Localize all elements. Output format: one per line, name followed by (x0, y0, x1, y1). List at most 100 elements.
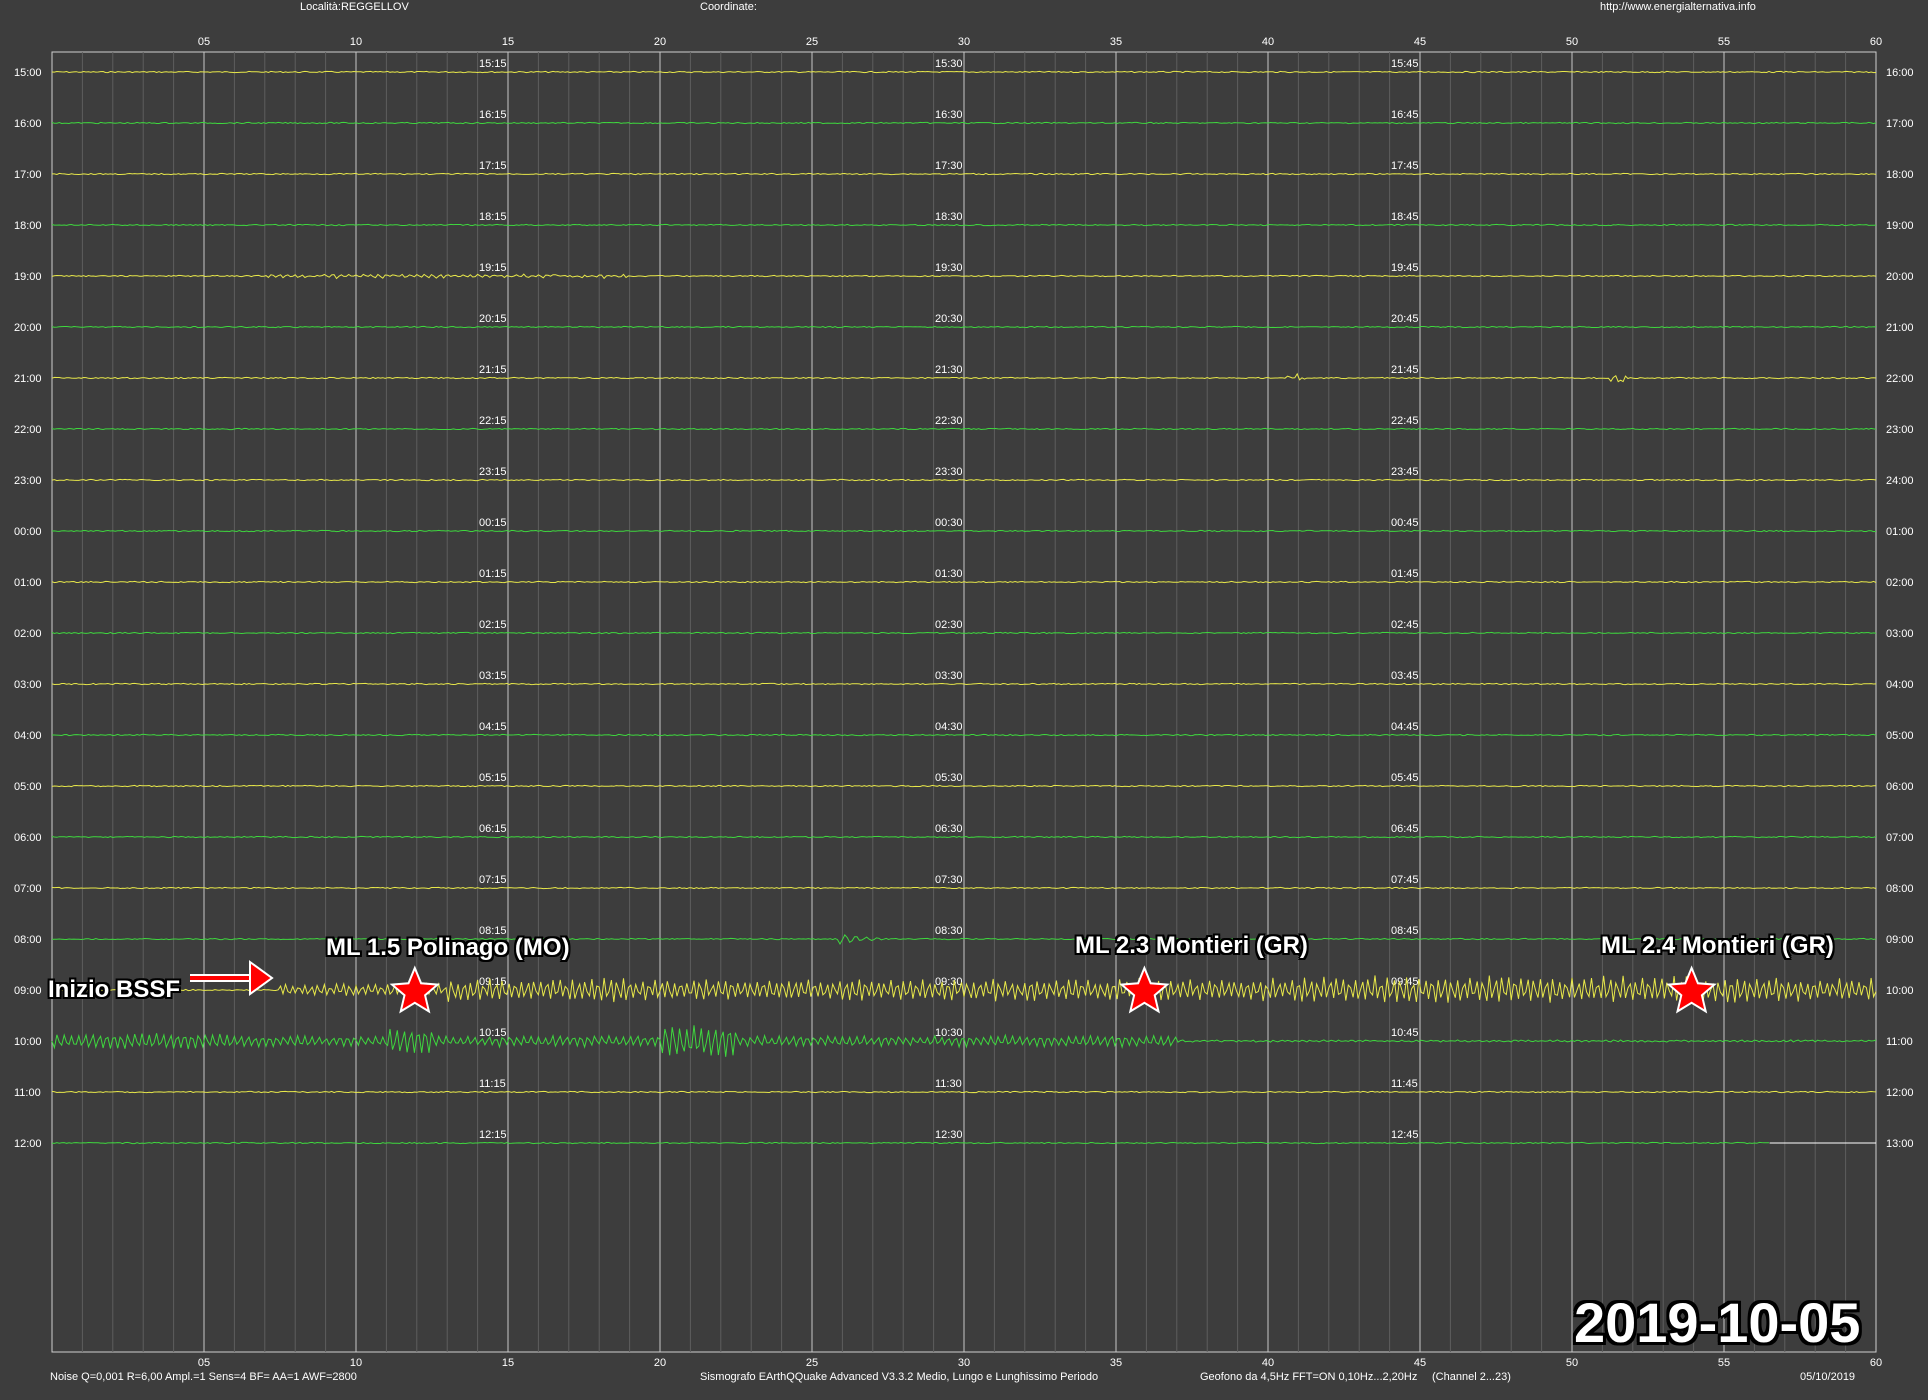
quarter-label-30: 22:30 (935, 415, 963, 427)
quarter-label-30: 17:30 (935, 160, 963, 172)
x-tick-label-top: 35 (1110, 36, 1122, 48)
right-hour-label: 23:00 (1886, 424, 1914, 436)
quarter-label-30: 08:30 (935, 925, 963, 937)
quarter-label-30: 19:30 (935, 262, 963, 274)
x-tick-label-bottom: 35 (1110, 1357, 1122, 1369)
quarter-label-30: 23:30 (935, 466, 963, 478)
right-hour-label: 02:00 (1886, 577, 1914, 589)
left-hour-label: 03:00 (14, 679, 42, 691)
quarter-label-30: 18:30 (935, 211, 963, 223)
left-hour-label: 05:00 (14, 781, 42, 793)
quarter-label-30: 02:30 (935, 619, 963, 631)
right-hour-label: 24:00 (1886, 475, 1914, 487)
x-tick-label-bottom: 15 (502, 1357, 514, 1369)
quarter-label-45: 12:45 (1391, 1129, 1419, 1141)
date-stamp: 2019-10-05 (1574, 1291, 1861, 1354)
x-tick-label-top: 45 (1414, 36, 1426, 48)
left-hour-label: 19:00 (14, 271, 42, 283)
x-tick-label-top: 10 (350, 36, 362, 48)
left-hour-label: 09:00 (14, 985, 42, 997)
quarter-label-15: 01:15 (479, 568, 507, 580)
quarter-label-45: 22:45 (1391, 415, 1419, 427)
quarter-label-45: 03:45 (1391, 670, 1419, 682)
quarter-label-30: 16:30 (935, 109, 963, 121)
quarter-label-45: 15:45 (1391, 58, 1419, 70)
left-hour-label: 11:00 (14, 1087, 41, 1099)
quarter-label-30: 04:30 (935, 721, 963, 733)
quarter-label-30: 20:30 (935, 313, 963, 325)
x-tick-label-bottom: 55 (1718, 1357, 1730, 1369)
quarter-label-45: 10:45 (1391, 1027, 1419, 1039)
right-hour-label: 16:00 (1886, 67, 1914, 79)
quarter-label-15: 20:15 (479, 313, 507, 325)
quarter-label-15: 00:15 (479, 517, 507, 529)
quarter-label-30: 06:30 (935, 823, 963, 835)
right-hour-label: 04:00 (1886, 679, 1914, 691)
right-hour-label: 03:00 (1886, 628, 1914, 640)
event-star-3 (1666, 965, 1717, 1014)
quarter-label-15: 10:15 (479, 1027, 507, 1039)
noise-settings: Noise Q=0,001 R=6,00 Ampl.=1 Sens=4 BF= … (50, 1371, 357, 1383)
left-hour-label: 12:00 (14, 1138, 42, 1150)
left-hour-label: 10:00 (14, 1036, 42, 1048)
left-hour-label: 22:00 (14, 424, 42, 436)
right-hour-label: 11:00 (1886, 1036, 1913, 1048)
x-tick-label-bottom: 25 (806, 1357, 818, 1369)
x-tick-label-bottom: 05 (198, 1357, 210, 1369)
x-tick-label-top: 55 (1718, 36, 1730, 48)
left-hour-label: 15:00 (14, 67, 42, 79)
quarter-label-30: 07:30 (935, 874, 963, 886)
quarter-label-15: 17:15 (479, 160, 507, 172)
quarter-label-15: 15:15 (479, 58, 507, 70)
quarter-label-45: 01:45 (1391, 568, 1419, 580)
event-label-montieri-2: ML 2.4 Montieri (GR) (1601, 932, 1834, 959)
software-info: Sismografo EArthQQuake Advanced V3.3.2 M… (700, 1371, 1099, 1383)
quarter-label-45: 17:45 (1391, 160, 1419, 172)
quarter-label-15: 02:15 (479, 619, 507, 631)
quarter-label-45: 06:45 (1391, 823, 1419, 835)
x-tick-label-bottom: 45 (1414, 1357, 1426, 1369)
quarter-label-15: 11:15 (479, 1078, 506, 1090)
quarter-label-45: 21:45 (1391, 364, 1419, 376)
left-hour-label: 02:00 (14, 628, 42, 640)
quarter-label-15: 16:15 (479, 109, 507, 121)
event-star-1 (389, 965, 441, 1014)
footer-date: 05/10/2019 (1800, 1371, 1856, 1383)
right-hour-label: 13:00 (1886, 1138, 1914, 1150)
quarter-label-45: 04:45 (1391, 721, 1419, 733)
left-hour-label: 07:00 (14, 883, 42, 895)
left-hour-label: 21:00 (14, 373, 42, 385)
quarter-label-15: 07:15 (479, 874, 507, 886)
quarter-label-45: 08:45 (1391, 925, 1419, 937)
left-hour-label: 17:00 (14, 169, 42, 181)
x-tick-label-bottom: 60 (1870, 1357, 1882, 1369)
x-tick-label-top: 20 (654, 36, 666, 48)
channel-info: (Channel 2...23) (1432, 1371, 1511, 1383)
quarter-label-45: 11:45 (1391, 1078, 1418, 1090)
right-hour-label: 17:00 (1886, 118, 1914, 130)
left-hour-label: 04:00 (14, 730, 42, 742)
quarter-label-15: 19:15 (479, 262, 507, 274)
bssf-start-label: Inizio BSSF (48, 976, 180, 1003)
x-tick-label-top: 50 (1566, 36, 1578, 48)
right-hour-label: 09:00 (1886, 934, 1914, 946)
quarter-label-30: 11:30 (935, 1078, 962, 1090)
left-hour-label: 01:00 (14, 577, 42, 589)
quarter-label-15: 23:15 (479, 466, 507, 478)
left-hour-label: 00:00 (14, 526, 42, 538)
quarter-label-15: 21:15 (479, 364, 507, 376)
arrow-head (249, 960, 274, 996)
left-hour-label: 08:00 (14, 934, 42, 946)
quarter-label-15: 06:15 (479, 823, 507, 835)
x-tick-label-top: 60 (1870, 36, 1882, 48)
quarter-label-30: 21:30 (935, 364, 963, 376)
x-tick-label-top: 40 (1262, 36, 1274, 48)
x-tick-label-bottom: 10 (350, 1357, 362, 1369)
right-hour-label: 22:00 (1886, 373, 1914, 385)
quarter-label-15: 12:15 (479, 1129, 507, 1141)
quarter-label-15: 22:15 (479, 415, 507, 427)
event-star-2 (1119, 965, 1170, 1014)
x-tick-label-bottom: 20 (654, 1357, 666, 1369)
quarter-label-15: 04:15 (479, 721, 507, 733)
x-tick-label-top: 05 (198, 36, 210, 48)
